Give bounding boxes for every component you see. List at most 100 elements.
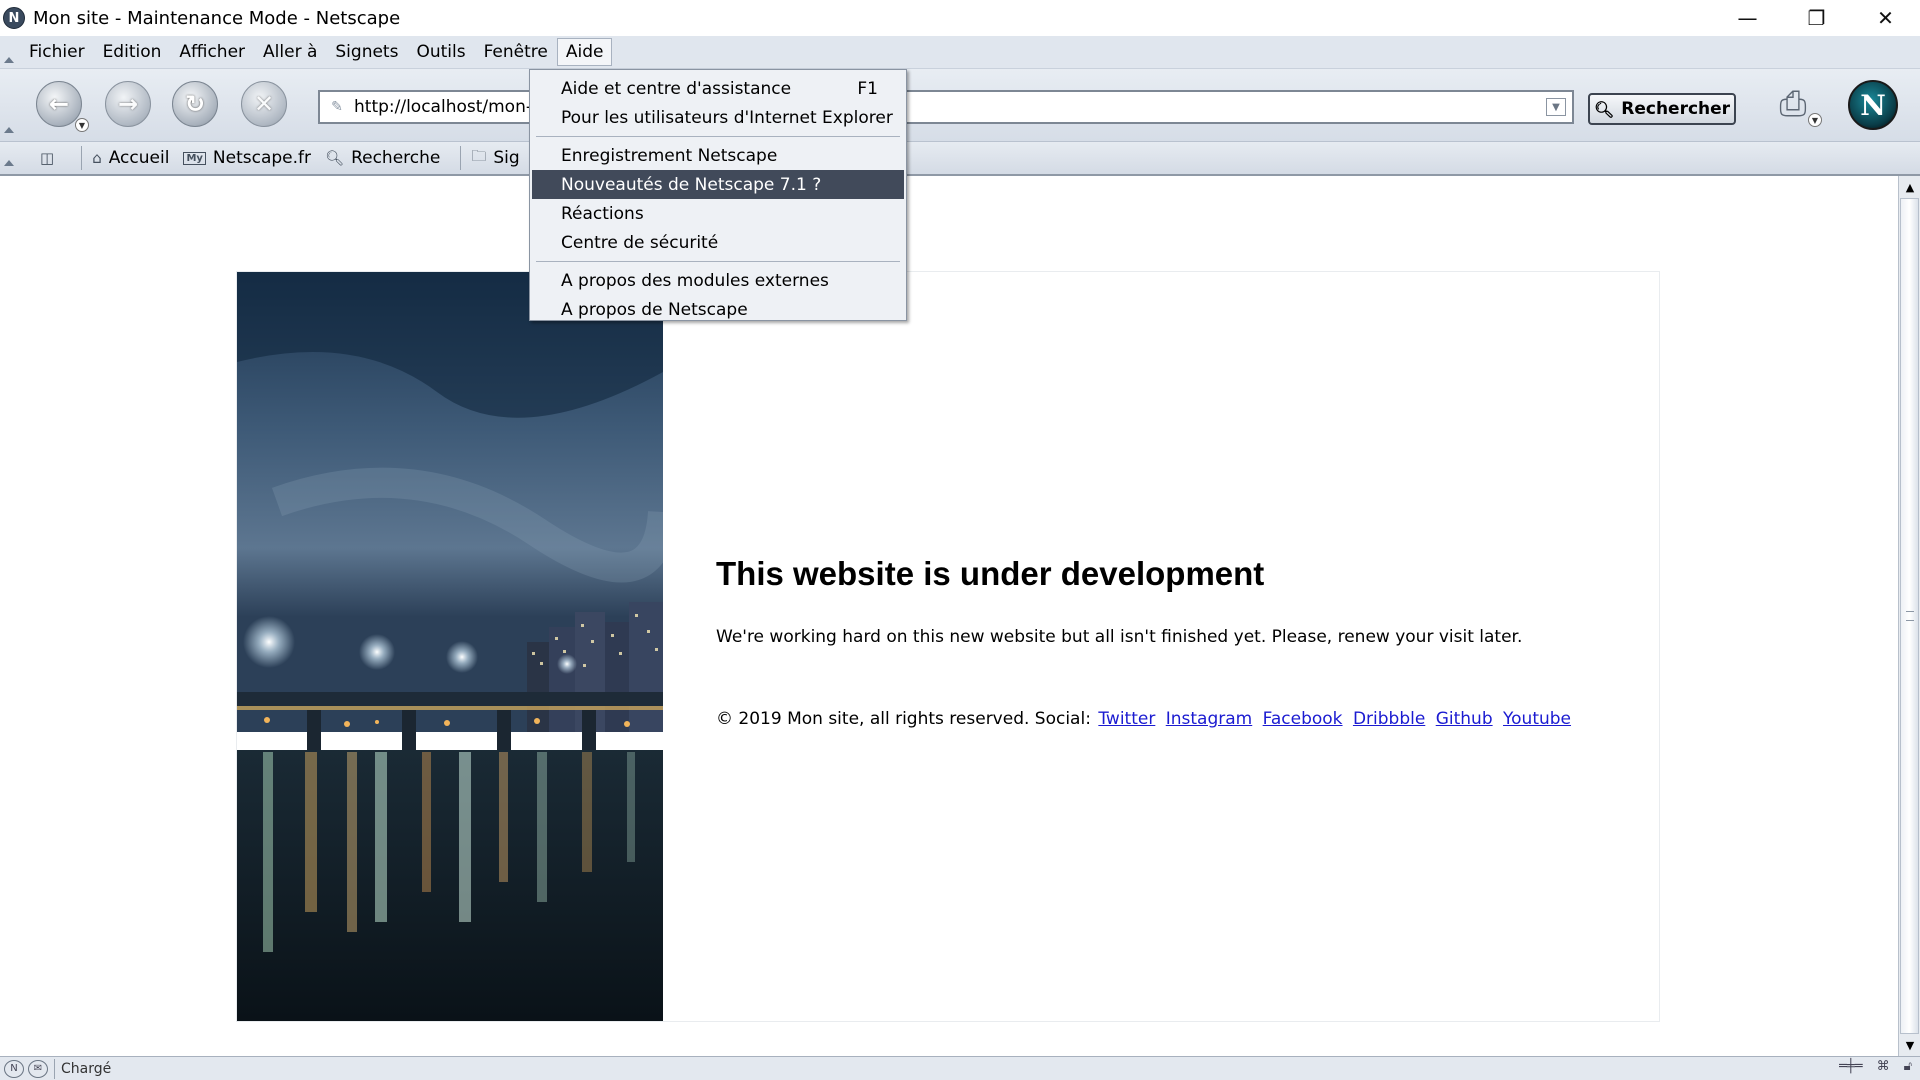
minimize-icon: — [1737,6,1758,30]
url-bar[interactable]: ✎ ▼ [318,90,1574,124]
navigation-toolbar: ← ▼ → ↻ ✕ ✎ ▼ 🔍︎ Rechercher ⎙ ▼ [0,69,1920,142]
menu-item-nouveautes[interactable]: Nouveautés de Netscape 7.1 ? [532,170,904,199]
menu-fichier[interactable]: Fichier [20,38,94,66]
toolbar-collapse-grip[interactable] [0,36,20,69]
scroll-down-arrow-icon[interactable]: ▼ [1901,1036,1919,1054]
component-bar-icon[interactable]: ✉ [28,1059,48,1078]
menu-item-label: Enregistrement Netscape [561,145,778,166]
maintenance-card: This website is under development We're … [236,271,1660,1022]
menu-bar: Fichier Edition Afficher Aller à Signets… [0,36,1920,69]
menu-separator [536,136,900,137]
stop-icon: ✕ [253,90,275,118]
social-link-github[interactable]: Github [1436,709,1493,729]
menu-item-label: Pour les utilisateurs d'Internet Explore… [561,107,893,128]
scrollbar-thumb[interactable] [1900,198,1919,1034]
personal-toolbar: ◫ ⌂ Accueil My Netscape.fr 🔍︎ Recherche … [0,142,1920,176]
security-lock-icon[interactable]: 🔓︎ [1904,1059,1912,1074]
menu-aller-a[interactable]: Aller à [254,38,326,66]
my-netscape-icon: My [183,151,206,165]
restore-icon: ❐ [1807,6,1826,30]
url-history-dropdown-icon[interactable]: ▼ [1546,98,1566,116]
footer-copyright: © 2019 Mon site, all rights reserved. So… [716,709,1091,729]
menu-item-a-propos-netscape[interactable]: A propos de Netscape [530,295,906,324]
social-link-facebook[interactable]: Facebook [1263,709,1343,729]
bookmark-label: Sig [493,148,520,168]
print-button[interactable]: ⎙ ▼ [1770,81,1822,127]
menu-item-aide-assistance[interactable]: Aide et centre d'assistance F1 [530,74,906,103]
page-proxy-icon[interactable]: ✎ [328,98,346,116]
restore-button[interactable]: ❐ [1782,0,1851,36]
minimize-button[interactable]: — [1713,0,1782,36]
print-icon: ⎙ [1779,84,1807,124]
back-history-dropdown-icon[interactable]: ▼ [75,118,89,132]
menu-item-modules-externes[interactable]: A propos des modules externes [530,266,906,295]
search-button[interactable]: 🔍︎ Rechercher [1588,93,1736,125]
search-icon: 🔍︎ [325,149,345,167]
menu-item-ie-users[interactable]: Pour les utilisateurs d'Internet Explore… [530,103,906,132]
back-button[interactable]: ← ▼ [36,81,89,132]
menu-outils[interactable]: Outils [407,38,474,66]
title-bar: N Mon site - Maintenance Mode - Netscape… [0,0,1920,36]
search-button-label: Rechercher [1621,99,1731,119]
menu-item-enregistrement[interactable]: Enregistrement Netscape [530,141,906,170]
netscape-n-icon: N [3,7,25,29]
bookmark-recherche[interactable]: 🔍︎ Recherche [325,148,440,168]
menu-item-label: Réactions [561,203,644,224]
social-link-instagram[interactable]: Instagram [1166,709,1253,729]
menu-item-reactions[interactable]: Réactions [530,199,906,228]
menu-item-label: A propos de Netscape [561,299,748,320]
menu-item-label: Nouveautés de Netscape 7.1 ? [561,174,822,195]
bookmark-label: Accueil [108,148,170,168]
page-description: We're working hard on this new website b… [716,627,1523,647]
print-dropdown-icon[interactable]: ▼ [1808,113,1822,127]
menu-afficher[interactable]: Afficher [170,38,254,66]
menu-item-label: Aide et centre d'assistance [561,78,792,99]
status-text: Chargé [61,1060,112,1077]
bookmark-netscape-fr[interactable]: My Netscape.fr [183,148,311,168]
sidebar-toggle-button[interactable]: ◫ [40,149,61,167]
cookie-status-icon[interactable]: ⌘ [1877,1059,1890,1074]
page-heading: This website is under development [716,555,1265,592]
home-icon: ⌂ [92,149,102,167]
reload-button[interactable]: ↻ [172,81,218,127]
forward-icon: → [117,90,139,118]
status-bar: N ✉ Chargé ═╪═ ⌘ 🔓︎ [0,1056,1920,1080]
menu-signets[interactable]: Signets [326,38,407,66]
menu-fenetre[interactable]: Fenêtre [475,38,557,66]
close-icon: ✕ [1877,6,1894,30]
menu-item-shortcut: F1 [857,78,878,99]
menu-aide[interactable]: Aide [556,38,613,66]
menu-edition[interactable]: Edition [94,38,171,66]
bookmark-accueil[interactable]: ⌂ Accueil [92,148,169,168]
scroll-up-arrow-icon[interactable]: ▲ [1901,178,1919,196]
page-content: This website is under development We're … [0,176,1898,1056]
reload-icon: ↻ [184,90,206,118]
online-status-icon[interactable]: ═╪═ [1839,1059,1862,1074]
folder-icon: 🗀︎ [471,146,487,165]
toolbar-collapse-grip[interactable] [4,127,14,133]
back-icon: ← [48,90,70,118]
menu-item-centre-securite[interactable]: Centre de sécurité [530,228,906,257]
toolbar-collapse-grip[interactable] [4,160,14,166]
close-button[interactable]: ✕ [1851,0,1920,36]
forward-button[interactable]: → [105,81,151,127]
netscape-throbber-logo[interactable]: N [1848,80,1898,130]
stop-button[interactable]: ✕ [241,81,287,127]
social-link-youtube[interactable]: Youtube [1503,709,1571,729]
bookmark-label: Netscape.fr [212,148,312,168]
bookmark-folder-signets[interactable]: 🗀︎ Sig [471,146,519,171]
netscape-status-icon[interactable]: N [4,1059,24,1078]
social-link-twitter[interactable]: Twitter [1098,709,1155,729]
menu-separator [536,261,900,262]
page-footer: © 2019 Mon site, all rights reserved. So… [716,709,1574,729]
sidebar-icon: ◫ [40,149,55,167]
aide-dropdown-menu: Aide et centre d'assistance F1 Pour les … [529,69,907,321]
bookmark-label: Recherche [351,148,441,168]
city-night-photo [237,272,663,1021]
vertical-scrollbar[interactable]: ▲ ▼ [1898,176,1920,1056]
window-title: Mon site - Maintenance Mode - Netscape [33,7,401,29]
url-input[interactable] [354,97,1514,117]
social-link-dribbble[interactable]: Dribbble [1353,709,1425,729]
menu-item-label: A propos des modules externes [561,270,829,291]
menu-item-label: Centre de sécurité [561,232,719,253]
